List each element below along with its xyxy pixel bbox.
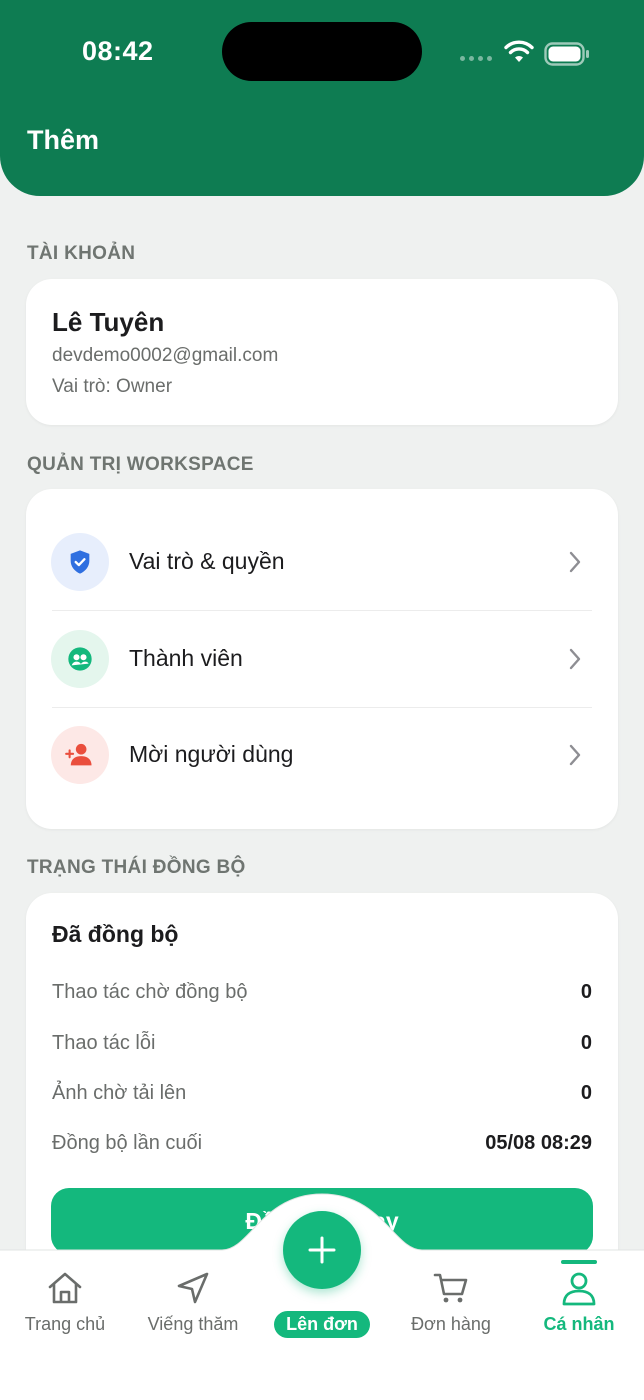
menu-item-label: Vai trò & quyền [129,548,285,574]
status-indicators [460,38,590,66]
members-icon [51,630,109,688]
menu-item-members[interactable]: Thành viên [26,611,618,708]
status-time: 08:42 [82,36,154,66]
tab-orders[interactable]: Đơn hàng [386,1268,516,1348]
menu-item-label: Thành viên [129,645,243,671]
tab-home[interactable]: Trang chủ [0,1268,130,1348]
tab-visits[interactable]: Viếng thăm [128,1268,258,1348]
signal-icon [460,56,492,61]
sync-section-label: TRẠNG THÁI ĐỒNG BỘ [27,857,246,878]
menu-item-roles-permissions[interactable]: Vai trò & quyền [26,514,618,611]
sync-row-last-sync: Đồng bộ lần cuối 05/08 08:29 [52,1132,592,1162]
sync-row-value: 0 [580,981,592,1003]
invite-user-icon [51,726,109,784]
menu-item-label: Mời người dùng [129,741,294,767]
sync-status-title: Đã đồng bộ [52,921,179,947]
screen: 08:42 Thêm TÀI KHOẢN Lê Tuyên devdemo000… [0,0,644,1400]
menu-item-invite-user[interactable]: Mời người dùng [26,707,618,804]
chevron-right-icon [569,648,581,670]
account-card[interactable]: Lê Tuyên devdemo0002@gmail.com Vai trò: … [26,279,618,425]
page-title: Thêm [27,125,100,155]
tab-label: Cá nhân [543,1314,615,1334]
workspace-card: Vai trò & quyền Thành viên Mời người dùn… [26,489,618,829]
navigation-icon [177,1272,209,1304]
tab-create-order-label[interactable]: Lên đơn [274,1311,370,1338]
tab-profile[interactable]: Cá nhân [514,1268,644,1348]
tab-label: Trang chủ [24,1314,106,1334]
active-tab-indicator [561,1260,597,1264]
sync-row-label: Thao tác lỗi [52,1032,156,1054]
tab-label: Đơn hàng [411,1314,491,1334]
account-role: Vai trò: Owner [52,376,173,397]
app-header: 08:42 Thêm [0,0,644,196]
sync-row-label: Đồng bộ lần cuối [52,1132,203,1154]
home-icon [48,1272,82,1304]
wifi-icon [504,40,534,62]
shield-check-icon [51,533,109,591]
account-section-label: TÀI KHOẢN [27,243,136,264]
sync-row-value: 0 [580,1032,592,1054]
cart-icon [433,1273,468,1303]
sync-row-label: Thao tác chờ đồng bộ [52,981,248,1003]
sync-row-value: 0 [580,1082,592,1104]
create-order-button[interactable] [283,1211,361,1289]
sync-row-photos: Ảnh chờ tải lên 0 [52,1082,592,1112]
chevron-right-icon [569,744,581,766]
account-email: devdemo0002@gmail.com [52,345,279,366]
dynamic-island [222,22,422,81]
sync-row-pending: Thao tác chờ đồng bộ 0 [52,981,592,1011]
sync-row-label: Ảnh chờ tải lên [52,1082,187,1104]
user-icon [562,1272,596,1306]
sync-row-errors: Thao tác lỗi 0 [52,1032,592,1062]
plus-icon [308,1236,336,1264]
sync-row-value: 05/08 08:29 [485,1132,592,1154]
account-name: Lê Tuyên [52,307,165,337]
tab-label: Viếng thăm [147,1314,239,1334]
battery-icon [544,42,589,66]
chevron-right-icon [569,551,581,573]
workspace-section-label: QUẢN TRỊ WORKSPACE [27,454,254,475]
